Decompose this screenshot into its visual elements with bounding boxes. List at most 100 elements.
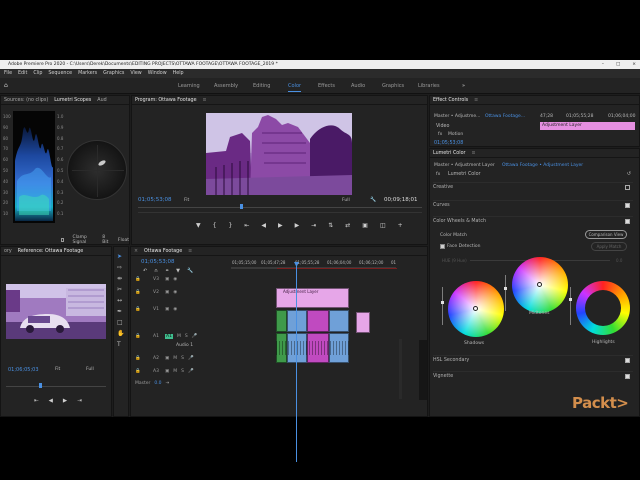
menu-clip[interactable]: Clip bbox=[33, 71, 42, 76]
highlights-wheel[interactable] bbox=[576, 281, 630, 335]
menu-help[interactable]: Help bbox=[173, 71, 184, 76]
menu-markers[interactable]: Markers bbox=[78, 71, 97, 76]
program-zoom-bar[interactable] bbox=[138, 212, 422, 213]
shadows-slider-knob[interactable] bbox=[441, 301, 444, 304]
tab-sources[interactable]: Sources: (no clips) bbox=[4, 98, 48, 103]
track-sync-icon[interactable]: ▣ bbox=[165, 356, 169, 361]
track-target-a1[interactable]: A1 bbox=[165, 333, 173, 339]
track-lock-icon[interactable]: 🔒 bbox=[135, 307, 149, 312]
reference-scrub-bar[interactable] bbox=[6, 386, 106, 387]
tab-history[interactable]: ory bbox=[4, 249, 12, 254]
record-voiceover-icon[interactable]: 🎤 bbox=[188, 369, 194, 374]
workspace-tab-color[interactable]: Color bbox=[288, 83, 302, 92]
lumetri-section-creative[interactable]: Creative bbox=[433, 182, 633, 192]
midtones-wheel[interactable] bbox=[512, 257, 568, 313]
video-clip[interactable] bbox=[276, 310, 287, 332]
close-tab-icon[interactable]: × bbox=[134, 249, 138, 254]
home-icon[interactable]: ⌂ bbox=[4, 82, 8, 89]
reference-fit-dropdown[interactable]: Fit bbox=[55, 367, 60, 372]
tab-lumetri-scopes[interactable]: Lumetri Scopes bbox=[54, 98, 91, 103]
solo-button[interactable]: S bbox=[181, 369, 184, 374]
tab-audio[interactable]: Aud bbox=[97, 98, 106, 103]
curves-checkbox[interactable] bbox=[625, 203, 630, 208]
pen-tool-icon[interactable]: ✒ bbox=[117, 308, 124, 315]
highlights-slider-knob[interactable] bbox=[569, 298, 572, 301]
reset-icon[interactable]: ↺ bbox=[627, 171, 631, 177]
go-to-end-icon[interactable]: ⇥ bbox=[166, 381, 170, 386]
lumetri-section-curves[interactable]: Curves bbox=[433, 200, 633, 210]
menu-view[interactable]: View bbox=[130, 71, 141, 76]
step-forward-icon[interactable]: ▶ bbox=[295, 222, 300, 229]
reference-timecode[interactable]: 01;06;05;03 bbox=[8, 367, 39, 373]
menu-sequence[interactable]: Sequence bbox=[48, 71, 72, 76]
track-sync-icon[interactable]: ▣ bbox=[165, 369, 169, 374]
menu-file[interactable]: File bbox=[4, 71, 12, 76]
tab-effect-controls[interactable]: Effect Controls bbox=[433, 98, 468, 103]
workspace-tab-editing[interactable]: Editing bbox=[253, 83, 270, 89]
tab-lumetri-color[interactable]: Lumetri Color bbox=[433, 151, 466, 156]
panel-menu-icon[interactable]: ≡ bbox=[188, 249, 192, 254]
panel-menu-icon[interactable]: ≡ bbox=[474, 98, 478, 103]
add-marker-icon[interactable]: ▼ bbox=[196, 222, 201, 229]
panel-menu-icon[interactable]: ≡ bbox=[472, 151, 476, 156]
effect-controls-timecode[interactable]: 01;05;53;08 bbox=[434, 141, 463, 146]
rectangle-tool-icon[interactable]: □ bbox=[117, 319, 124, 326]
extract-icon[interactable]: ⇄ bbox=[345, 222, 350, 229]
reference-prev-icon[interactable]: ⇤ bbox=[34, 398, 39, 404]
comparison-view-icon[interactable]: ◫ bbox=[380, 222, 386, 229]
effect-source-dropdown[interactable]: Master • Adjustme... bbox=[434, 114, 480, 119]
lumetri-section-vignette[interactable]: Vignette bbox=[433, 371, 633, 381]
panel-menu-icon[interactable]: ≡ bbox=[203, 98, 207, 103]
timeline-vertical-scroll[interactable] bbox=[399, 339, 402, 399]
bit-depth-dropdown[interactable]: 8 Bit bbox=[102, 235, 110, 245]
adjustment-layer-clip[interactable]: Adjustment Layer bbox=[276, 288, 349, 308]
more-workspaces-icon[interactable]: » bbox=[462, 83, 465, 89]
face-detection-checkbox[interactable] bbox=[440, 244, 445, 249]
timeline-settings-icon[interactable]: 🔧 bbox=[187, 268, 193, 274]
workspace-tab-assembly[interactable]: Assembly bbox=[214, 83, 238, 89]
workspace-tab-effects[interactable]: Effects bbox=[318, 83, 335, 89]
menu-edit[interactable]: Edit bbox=[18, 71, 27, 76]
workspace-tab-libraries[interactable]: Libraries bbox=[418, 83, 440, 89]
program-scrub-bar[interactable] bbox=[138, 207, 422, 208]
shadows-puck[interactable] bbox=[473, 306, 478, 311]
lumetri-section-hsl-secondary[interactable]: HSL Secondary bbox=[433, 355, 633, 365]
slip-tool-icon[interactable]: ↔ bbox=[117, 297, 124, 304]
track-lock-icon[interactable]: 🔒 bbox=[135, 334, 149, 339]
track-visibility-icon[interactable]: ◉ bbox=[173, 307, 177, 312]
midtones-slider[interactable] bbox=[504, 275, 507, 311]
go-to-in-icon[interactable]: ⇤ bbox=[244, 222, 249, 229]
comparison-view-button[interactable]: Comparison View bbox=[585, 230, 627, 239]
motion-effect[interactable]: Motion bbox=[448, 132, 463, 137]
reference-playhead[interactable] bbox=[39, 383, 42, 388]
track-sync-icon[interactable]: ▣ bbox=[165, 307, 169, 312]
apply-match-button[interactable]: Apply Match bbox=[591, 242, 627, 251]
menu-graphics[interactable]: Graphics bbox=[103, 71, 124, 76]
track-visibility-icon[interactable]: ◉ bbox=[173, 277, 177, 282]
solo-button[interactable]: S bbox=[181, 356, 184, 361]
tab-reference-monitor[interactable]: Reference: Ottawa Footage bbox=[18, 249, 83, 254]
program-timecode-value[interactable]: 01;05;53;08 bbox=[138, 197, 172, 203]
mute-button[interactable]: M bbox=[173, 356, 177, 361]
program-quality-dropdown[interactable]: Full bbox=[342, 198, 350, 203]
record-voiceover-icon[interactable]: 🎤 bbox=[192, 334, 198, 339]
tab-timeline[interactable]: Ottawa Footage bbox=[144, 249, 182, 254]
track-lock-icon[interactable]: 🔒 bbox=[135, 356, 149, 361]
mute-button[interactable]: M bbox=[177, 334, 181, 339]
lumetri-effect-name[interactable]: Lumetri Color bbox=[448, 172, 481, 177]
track-lock-icon[interactable]: 🔒 bbox=[135, 290, 149, 295]
shadows-slider[interactable] bbox=[441, 287, 444, 325]
program-fit-dropdown[interactable]: Fit bbox=[184, 198, 189, 203]
minimize-button[interactable]: – bbox=[602, 60, 604, 69]
lumetri-section-color-wheels[interactable]: Color Wheels & Match bbox=[433, 216, 633, 226]
track-sync-icon[interactable]: ▣ bbox=[165, 277, 169, 282]
hand-tool-icon[interactable]: ✋ bbox=[117, 330, 124, 337]
workspace-tab-audio[interactable]: Audio bbox=[351, 83, 365, 89]
vignette-checkbox[interactable] bbox=[625, 374, 630, 379]
timeline-timecode[interactable]: 01;05;53;08 bbox=[141, 259, 175, 265]
razor-tool-icon[interactable]: ✂ bbox=[117, 286, 124, 293]
solo-button[interactable]: S bbox=[185, 334, 188, 339]
midtones-slider-knob[interactable] bbox=[504, 287, 507, 290]
maximize-button[interactable]: □ bbox=[616, 60, 620, 69]
color-wheels-checkbox[interactable] bbox=[625, 219, 630, 224]
